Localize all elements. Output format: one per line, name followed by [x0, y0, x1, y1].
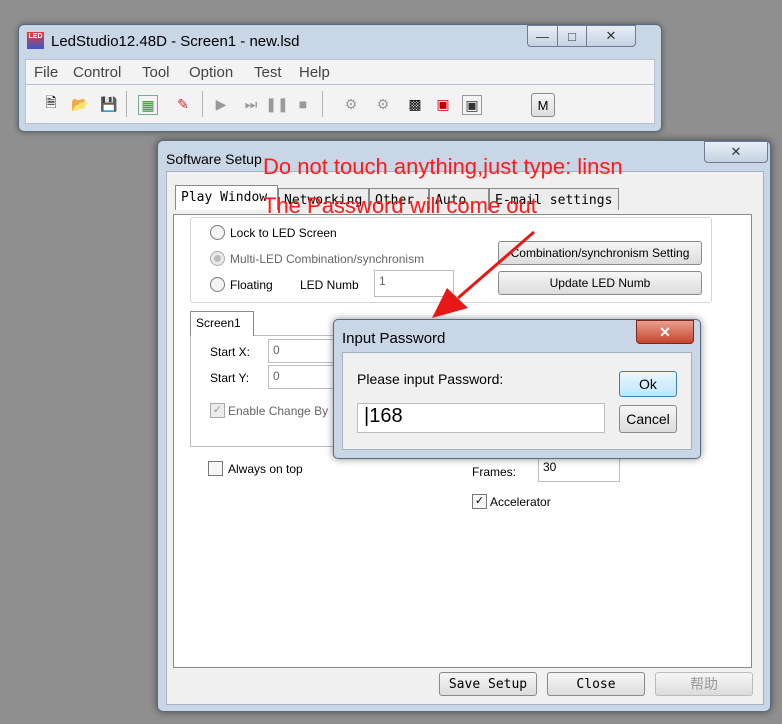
- multi-led-label: Multi-LED Combination/synchronism: [230, 252, 425, 266]
- menu-control[interactable]: Control: [73, 64, 121, 81]
- close-window-button[interactable]: ✕: [586, 25, 636, 47]
- led-numb-field[interactable]: 1: [374, 270, 454, 297]
- always-on-top-label: Always on top: [228, 462, 303, 476]
- menu-option[interactable]: Option: [189, 64, 233, 81]
- password-prompt: Please input Password:: [357, 371, 504, 387]
- send-icon[interactable]: ⚙: [342, 95, 360, 113]
- password-body: Please input Password: |168 Ok Cancel: [342, 352, 692, 450]
- menu-test[interactable]: Test: [254, 64, 282, 81]
- frames-field[interactable]: 30: [538, 456, 620, 482]
- enable-change-label: Enable Change By: [228, 404, 329, 418]
- floating-label: Floating: [230, 278, 273, 292]
- step-icon[interactable]: ⏭: [242, 95, 260, 113]
- new-file-icon[interactable]: 🗎: [42, 94, 60, 113]
- screen-red-icon[interactable]: ▣: [434, 95, 452, 113]
- password-input-value: 168: [369, 405, 403, 427]
- minimize-button[interactable]: —: [527, 25, 558, 47]
- annotation-line-2: The Password will come out: [263, 193, 537, 218]
- close-button[interactable]: Close: [547, 672, 645, 696]
- multi-led-radio[interactable]: [210, 251, 225, 266]
- toolbar-divider: [202, 91, 203, 117]
- menu-file[interactable]: File: [34, 64, 58, 81]
- close-icon: ✕: [659, 323, 671, 340]
- main-window: LED LedStudio12.48D - Screen1 - new.lsd …: [18, 24, 662, 132]
- accelerator-label: Accelerator: [490, 495, 551, 509]
- always-on-top-checkbox[interactable]: [208, 461, 223, 476]
- cancel-button[interactable]: Cancel: [619, 405, 677, 433]
- start-y-field[interactable]: 0: [268, 365, 338, 389]
- maximize-icon: □: [568, 28, 576, 44]
- menu-bar: File Control Tool Option Test Help: [25, 59, 655, 85]
- toolbar-divider: [126, 91, 127, 117]
- help-button[interactable]: 帮助: [655, 672, 753, 696]
- minimize-icon: —: [536, 28, 549, 44]
- grid-icon[interactable]: ▦: [138, 95, 158, 115]
- setup-close-button[interactable]: ✕: [704, 141, 768, 163]
- setup-title: Software Setup: [166, 151, 262, 167]
- screen-settings-icon[interactable]: ▣: [462, 95, 482, 115]
- frames-label: Frames:: [472, 465, 517, 479]
- window-title: LedStudio12.48D - Screen1 - new.lsd: [51, 33, 300, 50]
- floating-radio[interactable]: [210, 277, 225, 292]
- save-icon[interactable]: 💾: [100, 95, 118, 113]
- annotation-line-1: Do not touch anything,just type: linsn: [263, 154, 623, 179]
- play-icon[interactable]: ▶: [212, 95, 230, 113]
- toolbar-divider: [322, 91, 323, 117]
- edit-effect-icon[interactable]: ✎: [174, 95, 192, 113]
- update-led-numb-button[interactable]: Update LED Numb: [498, 271, 702, 295]
- open-folder-icon[interactable]: 📂: [71, 95, 89, 113]
- enable-change-checkbox[interactable]: ✓: [210, 403, 225, 418]
- tab-screen1[interactable]: Screen1: [190, 311, 254, 336]
- input-password-dialog: Input Password ✕ Please input Password: …: [333, 319, 701, 459]
- start-x-label: Start X:: [210, 345, 251, 359]
- stop-icon[interactable]: ■: [294, 95, 312, 113]
- lock-radio[interactable]: [210, 225, 225, 240]
- ok-button[interactable]: Ok: [619, 371, 677, 397]
- password-dialog-title: Input Password: [342, 330, 446, 347]
- password-close-button[interactable]: ✕: [636, 320, 694, 344]
- menu-tool[interactable]: Tool: [142, 64, 170, 81]
- close-icon: ✕: [730, 144, 742, 159]
- pause-icon[interactable]: ❚❚: [265, 95, 288, 113]
- network-icon[interactable]: ▩: [406, 95, 424, 113]
- accelerator-checkbox[interactable]: ✓: [472, 494, 487, 509]
- close-icon: ✕: [605, 28, 617, 43]
- app-logo: LED: [27, 32, 44, 49]
- start-x-field[interactable]: 0: [268, 339, 338, 363]
- password-input[interactable]: |168: [357, 403, 605, 433]
- maximize-button[interactable]: □: [557, 25, 587, 47]
- lock-label: Lock to LED Screen: [230, 226, 337, 240]
- menu-help[interactable]: Help: [299, 64, 330, 81]
- save-setup-button[interactable]: Save Setup: [439, 672, 537, 696]
- start-y-label: Start Y:: [210, 371, 250, 385]
- toolbar: 🗎 📂 💾 ▦ ✎ ▶ ⏭ ❚❚ ■ ⚙ ⚙ ▩ ▣ ▣ M: [25, 84, 655, 124]
- combination-setting-button[interactable]: Combination/synchronism Setting: [498, 241, 702, 265]
- receive-icon[interactable]: ⚙: [374, 95, 392, 113]
- m-button[interactable]: M: [531, 93, 555, 117]
- led-numb-label: LED Numb: [300, 278, 359, 292]
